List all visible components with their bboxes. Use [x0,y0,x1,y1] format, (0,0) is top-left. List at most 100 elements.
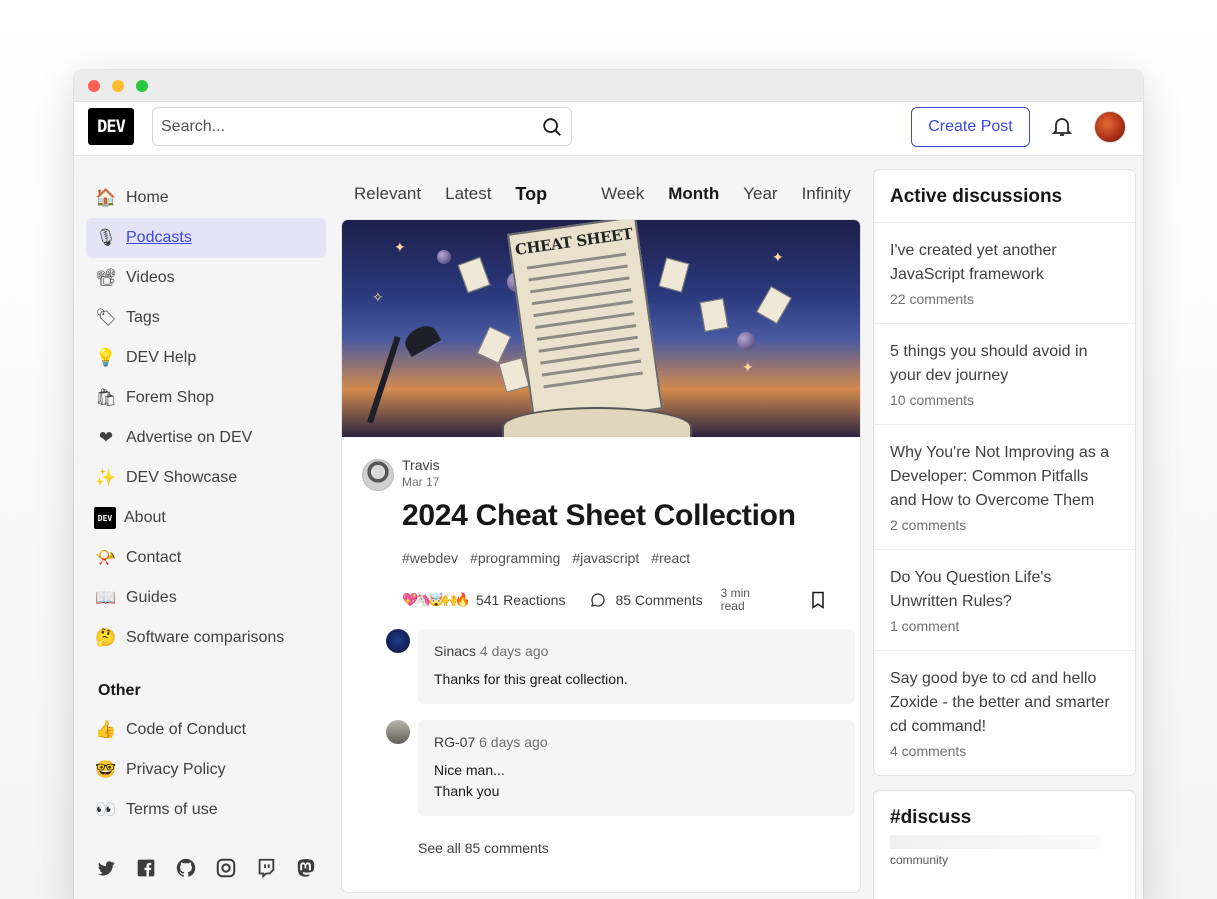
tab-relevant[interactable]: Relevant [354,184,421,204]
left-sidebar: 🏠 Home 🎙 Podcasts 📽 Videos 🏷 Tags 💡 DEV Help 🛍 Fore… [86,178,326,880]
tab-latest[interactable]: Latest [445,184,491,204]
create-post-button[interactable]: Create Post [911,107,1030,147]
comments-link[interactable]: 85 Comments [589,591,703,609]
period-year[interactable]: Year [743,184,777,204]
sidebar-item-dev-showcase[interactable]: ✨ DEV Showcase [86,458,326,498]
tag-webdev[interactable]: #webdev [398,547,462,569]
sidebar-item-label: DEV Showcase [126,469,238,486]
mastodon-icon[interactable] [294,856,318,880]
maximize-window-button[interactable] [136,80,148,92]
dev-logo[interactable]: DEV [88,108,134,145]
notifications-bell-icon[interactable] [1050,114,1074,138]
instagram-icon[interactable] [214,856,238,880]
search-bar[interactable] [152,107,572,146]
sidebar-item-software-comparisons[interactable]: 🤔 Software comparisons [86,618,326,658]
discussion-title[interactable]: I've created yet another JavaScript fram… [890,239,1119,287]
search-icon[interactable] [541,116,563,138]
facebook-icon[interactable] [134,856,158,880]
sidebar-item-dev-help[interactable]: 💡 DEV Help [86,338,326,378]
twitter-icon[interactable] [94,856,118,880]
comment-text: Nice man... Thank you [434,762,505,799]
tag-javascript[interactable]: #javascript [568,547,643,569]
comment-bubble[interactable]: RG-07 6 days ago Nice man... Thank you [418,720,855,816]
post-title[interactable]: 2024 Cheat Sheet Collection [402,499,840,533]
sidebar-item-about[interactable]: DEV About [86,498,326,538]
active-discussions-title[interactable]: Active discussions [874,170,1135,223]
sidebar-item-contact[interactable]: 📯 Contact [86,538,326,578]
discussion-title[interactable]: Say good bye to cd and hello Zoxide - th… [890,667,1119,739]
discussion-item[interactable]: Say good bye to cd and hello Zoxide - th… [874,651,1135,775]
sidebar-item-home[interactable]: 🏠 Home [86,178,326,218]
post-card: ✦ ✦ ✦ ✧ CHEAT SHEET Travis Mar 17 2024 C… [342,220,860,892]
period-month[interactable]: Month [668,184,719,204]
minimize-window-button[interactable] [112,80,124,92]
github-icon[interactable] [174,856,198,880]
discussion-title[interactable]: 5 things you should avoid in your dev jo… [890,340,1119,388]
discussion-item[interactable]: I've created yet another JavaScript fram… [874,223,1135,324]
code-of-conduct-icon: 👍 [95,720,117,740]
post-stats: 💖🦄🤯🙌🔥 541 Reactions 85 Comments 3 min re… [402,585,840,615]
window-titlebar [74,70,1143,102]
sidebar-item-videos[interactable]: 📽 Videos [86,258,326,298]
sidebar-item-label: Software comparisons [126,629,285,646]
sidebar-item-tags[interactable]: 🏷 Tags [86,298,326,338]
discuss-title[interactable]: #discuss [890,807,1119,829]
user-avatar[interactable] [1094,111,1126,143]
right-sidebar: Active discussions I've created yet anot… [874,170,1135,899]
privacy-policy-icon: 🤓 [95,760,117,780]
sidebar-item-label: Videos [126,269,175,286]
sidebar-item-guides[interactable]: 📖 Guides [86,578,326,618]
discuss-subtitle: community [890,853,949,867]
guides-icon: 📖 [95,588,117,608]
sidebar-item-podcasts[interactable]: 🎙 Podcasts [86,218,326,258]
discussion-item[interactable]: 5 things you should avoid in your dev jo… [874,324,1135,425]
commenter-avatar[interactable] [386,629,410,653]
sidebar-item-code-of-conduct[interactable]: 👍 Code of Conduct [86,710,326,750]
podcasts-icon: 🎙 [95,228,117,248]
blurred-text [890,835,1100,849]
discussion-comment-count: 22 comments [890,291,975,307]
tag-programming[interactable]: #programming [466,547,564,569]
sidebar-item-label: DEV Help [126,349,197,366]
bookmark-icon[interactable] [808,590,828,610]
videos-icon: 📽 [95,268,117,288]
see-all-comments-link[interactable]: See all 85 comments [418,840,840,856]
sidebar-item-label: Tags [126,309,160,326]
tag-react[interactable]: #react [647,547,694,569]
software-comparisons-icon: 🤔 [95,628,117,648]
search-input[interactable] [161,117,541,136]
star-decoration-icon: ✦ [394,240,406,256]
sidebar-item-forem-shop[interactable]: 🛍 Forem Shop [86,378,326,418]
author-avatar[interactable] [362,459,394,491]
comment-text: Thanks for this great collection. [434,671,628,687]
discussion-item[interactable]: Why You're Not Improving as a Developer:… [874,425,1135,550]
comment-time: 4 days ago [479,643,549,659]
comment-bubble[interactable]: Sinacs 4 days ago Thanks for this great … [418,629,855,704]
discuss-panel: #discuss community [874,791,1135,899]
period-infinity[interactable]: Infinity [802,184,851,204]
tab-top[interactable]: Top [515,184,547,205]
author-name[interactable]: Travis [402,457,840,473]
social-links [86,830,326,880]
other-heading: Other [98,682,141,699]
comment-item: Sinacs 4 days ago Thanks for this great … [362,629,855,704]
commenter-name[interactable]: Sinacs [434,643,476,659]
paper-decoration [699,298,729,332]
reactions-count[interactable]: 541 Reactions [476,592,566,608]
reaction-emojis-icon[interactable]: 💖🦄🤯🙌🔥 [402,593,471,608]
sidebar-item-terms-of-use[interactable]: 👀 Terms of use [86,790,326,830]
discussion-item[interactable]: Do You Question Life's Unwritten Rules? … [874,550,1135,651]
twitch-icon[interactable] [254,856,278,880]
sidebar-item-privacy-policy[interactable]: 🤓 Privacy Policy [86,750,326,790]
discussion-title[interactable]: Why You're Not Improving as a Developer:… [890,441,1119,513]
period-week[interactable]: Week [601,184,644,204]
feed-tabs: Relevant Latest Top Week Month Year Infi… [342,168,860,220]
close-window-button[interactable] [88,80,100,92]
post-date: Mar 17 [402,475,440,489]
post-cover-image[interactable]: ✦ ✦ ✦ ✧ CHEAT SHEET [342,220,860,437]
discussion-title[interactable]: Do You Question Life's Unwritten Rules? [890,566,1119,614]
commenter-avatar[interactable] [386,720,410,744]
sidebar-item-advertise-on-dev[interactable]: ❤ Advertise on DEV [86,418,326,458]
commenter-name[interactable]: RG-07 [434,734,475,750]
dev-showcase-icon: ✨ [95,468,117,488]
